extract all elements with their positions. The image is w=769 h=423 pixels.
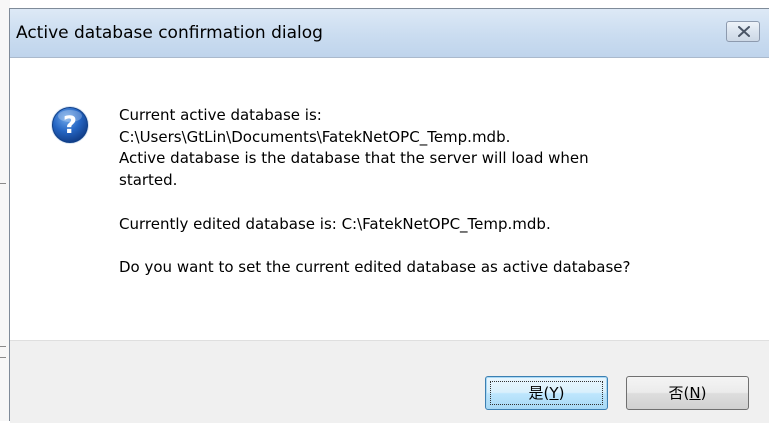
edge-tick [0, 183, 6, 184]
edge-tick [0, 346, 6, 347]
dialog-button-bar: 是(Y) 否(N) [10, 340, 769, 423]
message-line: C:\Users\GtLin\Documents\FatekNetOPC_Tem… [119, 127, 511, 146]
question-icon: ? [51, 106, 89, 144]
no-button-label: 否(N) [668, 384, 707, 402]
edge-tick [0, 357, 6, 358]
dialog-titlebar[interactable]: Active database confirmation dialog [10, 9, 769, 58]
message-line: Currently edited database is: C:\FatekNe… [119, 214, 551, 233]
message-spacer [119, 235, 759, 257]
message-line: Active database is the database that the… [119, 149, 589, 168]
message-spacer [119, 192, 759, 214]
message-line: Do you want to set the current edited da… [119, 257, 631, 276]
svg-text:?: ? [63, 111, 77, 139]
close-button[interactable] [726, 21, 760, 42]
close-icon [738, 26, 750, 37]
dialog-content: ? Current active database is: C:\Users\G… [10, 58, 769, 340]
message-line: Current active database is: [119, 106, 322, 124]
dialog-message: Current active database is: C:\Users\GtL… [119, 105, 759, 279]
yes-button[interactable]: 是(Y) [485, 376, 608, 410]
dialog-title: Active database confirmation dialog [16, 23, 323, 43]
yes-button-label: 是(Y) [528, 384, 565, 402]
confirmation-dialog: Active database confirmation dialog ? Cu… [9, 8, 769, 423]
message-line: started. [119, 171, 178, 190]
no-button[interactable]: 否(N) [626, 376, 749, 410]
